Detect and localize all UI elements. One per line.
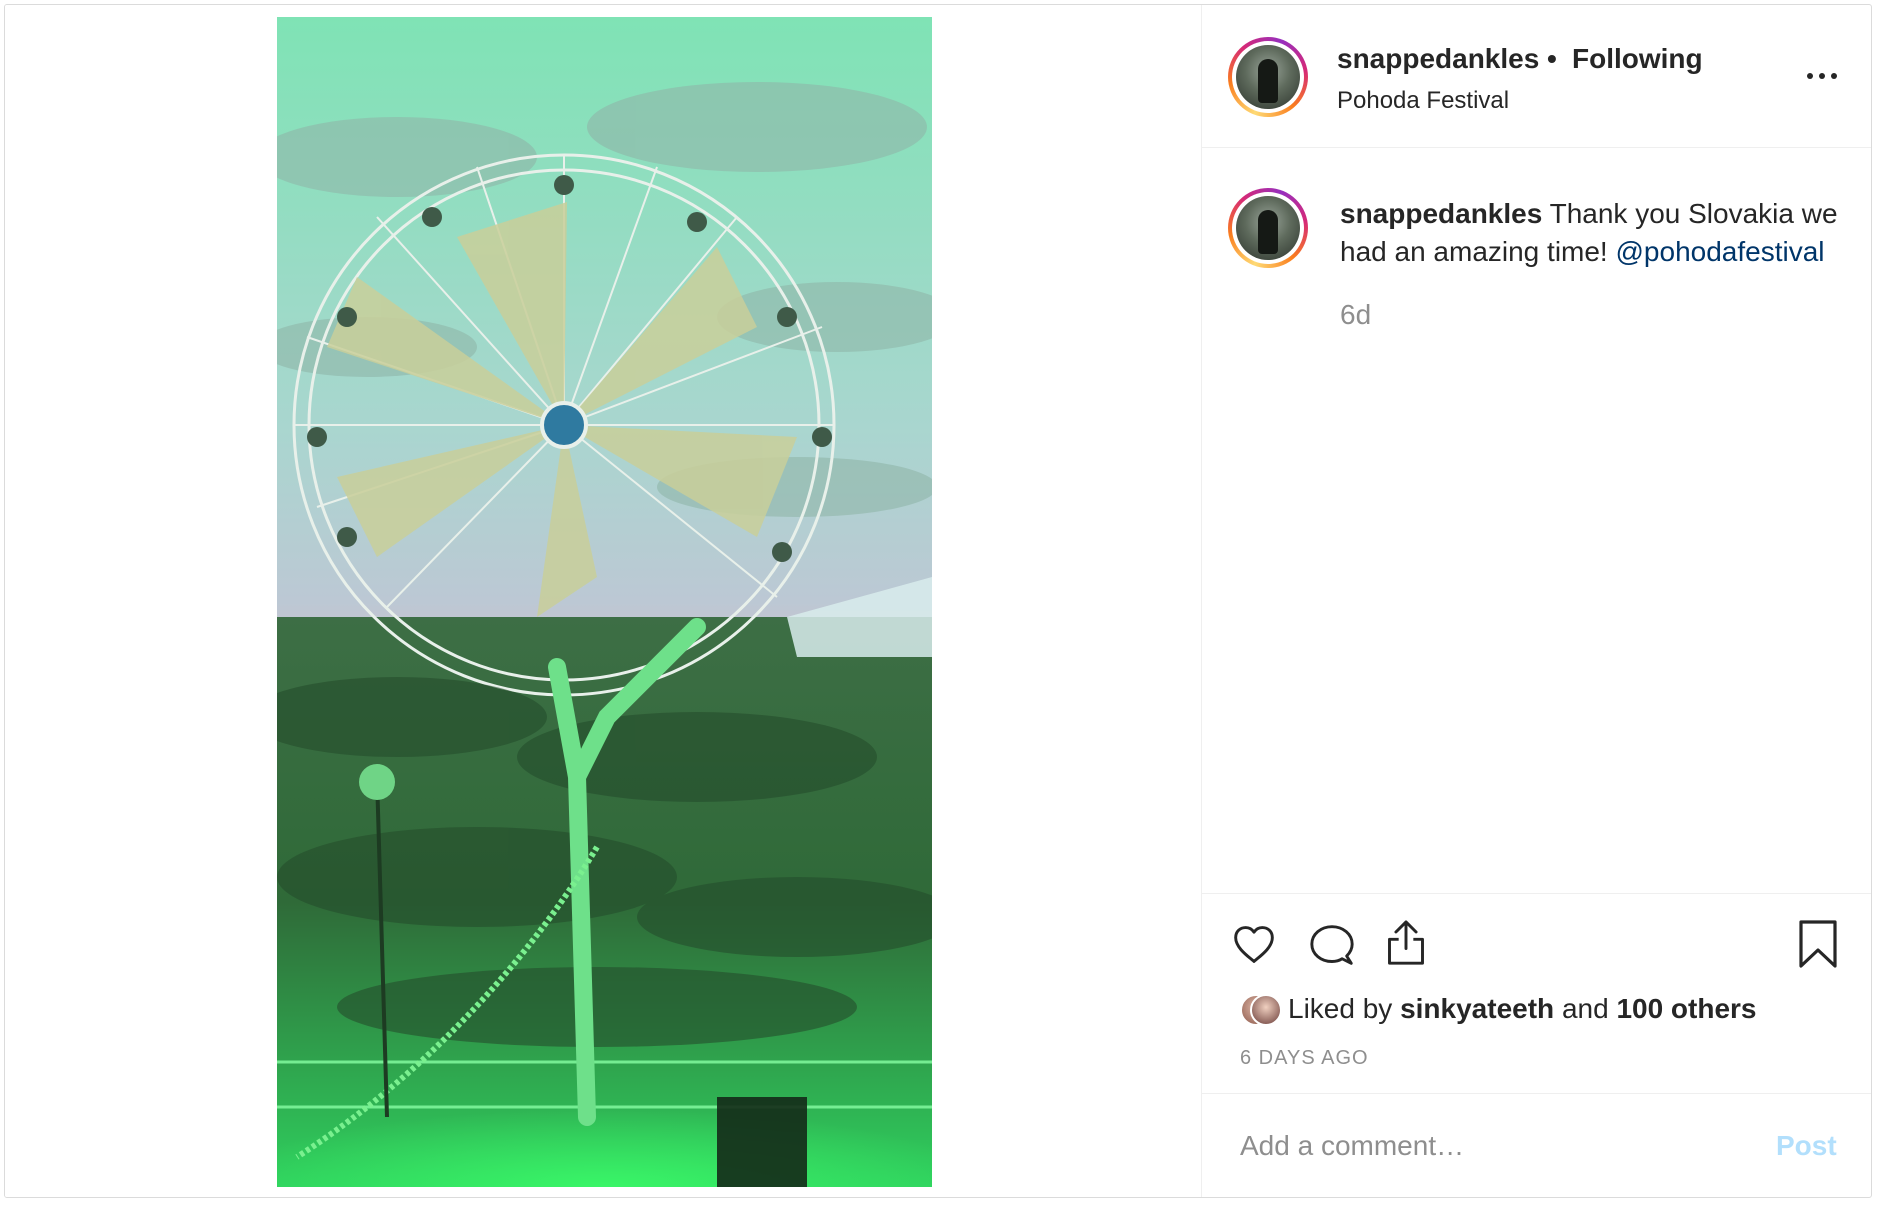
comment-input[interactable] bbox=[1240, 1118, 1760, 1174]
caption-mention-link[interactable]: @pohodafestival bbox=[1616, 236, 1825, 267]
post-dialog: snappedankles • Following Pohoda Festiva… bbox=[4, 4, 1872, 1198]
liker-username[interactable]: sinkyateeth bbox=[1400, 993, 1554, 1024]
author-avatar[interactable] bbox=[1228, 37, 1308, 117]
caption-username[interactable]: snappedankles bbox=[1340, 198, 1542, 229]
liker-avatars[interactable] bbox=[1240, 990, 1282, 1030]
location-link[interactable]: Pohoda Festival bbox=[1337, 87, 1509, 115]
bookmark-icon[interactable] bbox=[1798, 919, 1838, 969]
post-comment-button[interactable]: Post bbox=[1776, 1118, 1837, 1174]
post-photo[interactable] bbox=[277, 17, 932, 1187]
likes-prefix: Liked by bbox=[1288, 993, 1393, 1024]
liker-avatar bbox=[1250, 994, 1282, 1026]
caption-timestamp[interactable]: 6d bbox=[1340, 299, 1371, 331]
heart-icon[interactable] bbox=[1232, 923, 1276, 967]
media-area bbox=[5, 5, 1201, 1197]
caption-avatar[interactable] bbox=[1228, 188, 1308, 268]
header-separator: • bbox=[1547, 43, 1557, 74]
share-icon[interactable] bbox=[1384, 919, 1428, 967]
add-comment-section: Post bbox=[1202, 1093, 1871, 1197]
author-username[interactable]: snappedankles bbox=[1337, 43, 1539, 75]
actions-divider bbox=[1202, 893, 1871, 894]
likes-conjunction: and bbox=[1561, 993, 1609, 1024]
following-button[interactable]: Following bbox=[1572, 43, 1703, 75]
comment-bubble-icon[interactable] bbox=[1310, 923, 1354, 967]
festival-photo-image bbox=[277, 17, 932, 1187]
likes-others-link[interactable]: 100 others bbox=[1616, 993, 1756, 1024]
caption-text: snappedankles Thank you Slovakia we had … bbox=[1340, 195, 1860, 271]
more-horizontal-icon[interactable] bbox=[1807, 73, 1839, 81]
post-header: snappedankles • Following Pohoda Festiva… bbox=[1202, 5, 1871, 148]
likes-text: Liked by sinkyateeth and 100 others bbox=[1288, 993, 1757, 1025]
post-date[interactable]: 6 DAYS AGO bbox=[1240, 1047, 1369, 1070]
post-side-panel: snappedankles • Following Pohoda Festiva… bbox=[1201, 5, 1871, 1197]
